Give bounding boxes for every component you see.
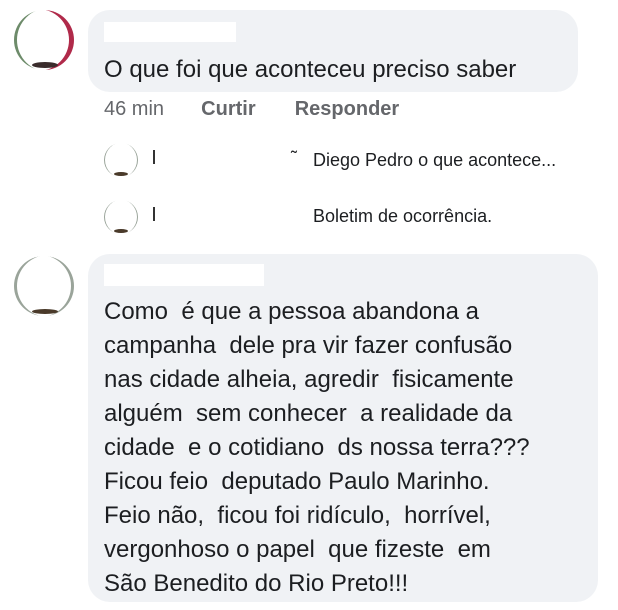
comment-line: nas cidade alheia, agredir fisicamente (104, 366, 514, 393)
reply-button[interactable]: Responder (295, 98, 399, 120)
reply-avatar[interactable] (104, 200, 138, 234)
reply-author-fragment: ˜ (291, 148, 297, 168)
comment-line: vergonhoso o papel que fizeste em (104, 536, 491, 563)
reply-avatar[interactable] (104, 143, 138, 177)
like-button[interactable]: Curtir (201, 98, 255, 120)
comment-line: alguém sem conhecer a realidade da (104, 400, 513, 427)
reply-divider (153, 150, 155, 164)
reply-divider (153, 207, 155, 221)
comment-line: Feio não, ficou foi ridículo, horrível, (104, 502, 491, 529)
commenter-avatar[interactable] (14, 10, 74, 70)
comment-line: Como é que a pessoa abandona a (104, 298, 479, 325)
redacted-commenter-name (104, 264, 264, 286)
reply-author[interactable]: ˜ (156, 148, 297, 169)
comment-text: O que foi que aconteceu preciso saber (104, 56, 517, 83)
comment-line: campanha dele pra vir fazer confusão (104, 332, 513, 359)
comment-actions: 46 min Curtir Responder (104, 96, 399, 122)
comment-timestamp[interactable]: 46 min (104, 98, 164, 120)
commenter-avatar[interactable] (14, 256, 74, 316)
comment-line: Ficou feio deputado Paulo Marinho. (104, 468, 490, 495)
comment-line: São Benedito do Rio Preto!!! (104, 570, 409, 597)
comment-line: cidade e o cotidiano ds nossa terra??? (104, 434, 530, 461)
reply-preview[interactable]: Diego Pedro o que acontece... (313, 150, 556, 171)
redacted-commenter-name (104, 22, 236, 42)
reply-preview[interactable]: Boletim de ocorrência. (313, 206, 492, 227)
